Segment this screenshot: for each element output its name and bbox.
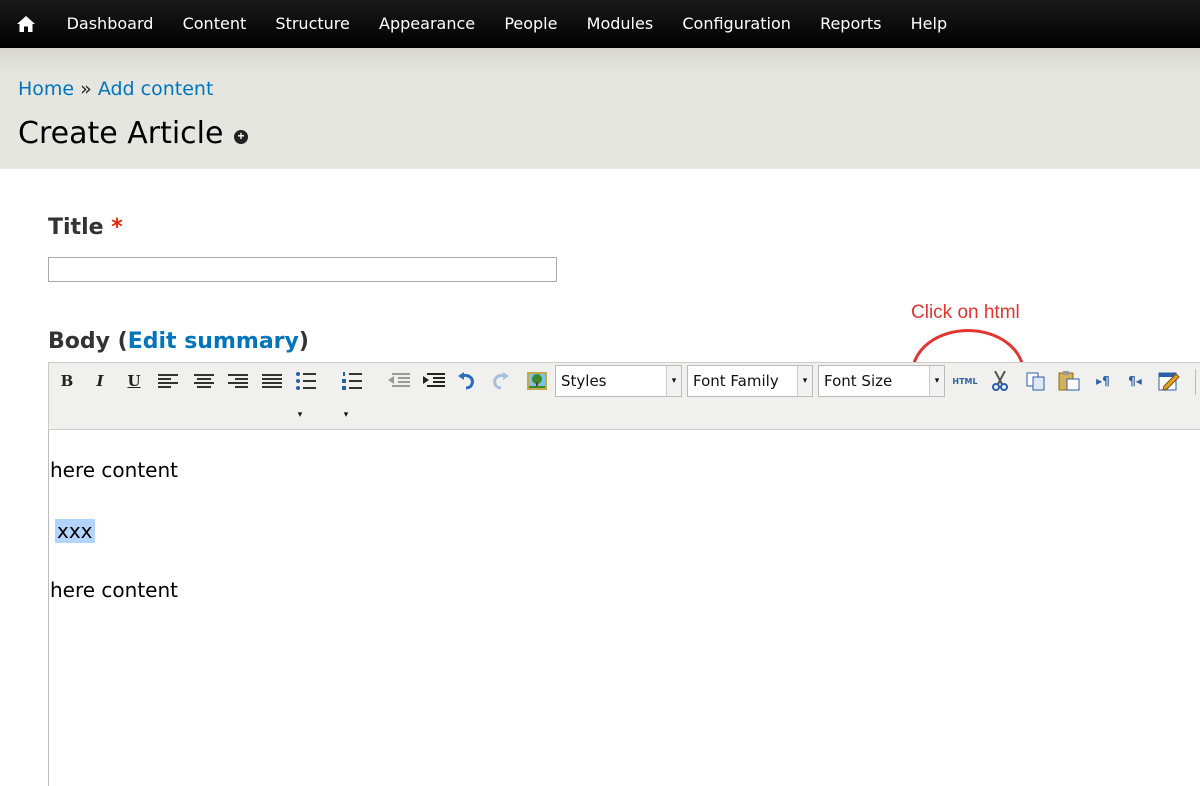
bullet-list-dropdown-icon[interactable]: ▾ bbox=[294, 403, 306, 427]
title-field-label: Title * bbox=[48, 215, 123, 240]
title-label-text: Title bbox=[48, 215, 104, 240]
bullet-list-icon[interactable] bbox=[295, 369, 317, 393]
font-family-dropdown-icon: ▾ bbox=[797, 366, 812, 396]
paren-close: ) bbox=[298, 329, 309, 354]
align-justify-icon[interactable] bbox=[261, 369, 283, 393]
breadcrumb: Home » Add content bbox=[18, 78, 213, 100]
italic-button[interactable]: I bbox=[93, 369, 107, 393]
ltr-icon[interactable]: ▸¶ bbox=[1092, 369, 1114, 393]
edit-document-icon[interactable] bbox=[1157, 369, 1181, 393]
toolbar-item-people[interactable]: People bbox=[490, 0, 572, 48]
toolbar-item-content[interactable]: Content bbox=[168, 0, 261, 48]
html-source-button[interactable]: HTML bbox=[949, 369, 981, 393]
annotation-text: Click on html bbox=[911, 302, 1020, 323]
font-family-select[interactable]: Font Family ▾ bbox=[687, 365, 813, 397]
editor-paragraph-selected: xxx bbox=[55, 519, 95, 543]
underline-button[interactable]: U bbox=[126, 369, 142, 393]
page-title: Create Article bbox=[18, 116, 224, 151]
edit-summary-link[interactable]: Edit summary bbox=[128, 329, 299, 354]
selected-text: xxx bbox=[55, 519, 95, 543]
home-icon[interactable] bbox=[0, 0, 52, 48]
styles-select-label: Styles bbox=[561, 372, 607, 390]
toolbar-item-reports[interactable]: Reports bbox=[805, 0, 896, 48]
font-family-select-label: Font Family bbox=[693, 372, 779, 390]
align-right-icon[interactable] bbox=[227, 369, 249, 393]
title-input[interactable] bbox=[48, 257, 557, 282]
editor-paragraph: here content bbox=[50, 578, 178, 602]
undo-icon[interactable] bbox=[455, 369, 477, 393]
toolbar-item-appearance[interactable]: Appearance bbox=[364, 0, 489, 48]
toolbar-item-structure[interactable]: Structure bbox=[261, 0, 365, 48]
redo-icon[interactable] bbox=[490, 369, 512, 393]
add-shortcut-icon[interactable]: + bbox=[234, 130, 248, 144]
breadcrumb-home-link[interactable]: Home bbox=[18, 78, 74, 100]
cut-icon[interactable] bbox=[989, 369, 1011, 393]
font-size-select[interactable]: Font Size ▾ bbox=[818, 365, 945, 397]
toolbar-separator bbox=[1195, 369, 1196, 395]
toolbar-item-help[interactable]: Help bbox=[896, 0, 962, 48]
admin-toolbar: Dashboard Content Structure Appearance P… bbox=[0, 0, 1200, 48]
toolbar-item-modules[interactable]: Modules bbox=[572, 0, 668, 48]
editor-toolbar: B I U ▾ ▾ Styles ▾ Font Family ▾ Font Si… bbox=[48, 362, 1200, 430]
outdent-icon[interactable] bbox=[387, 369, 411, 393]
copy-icon[interactable] bbox=[1025, 369, 1047, 393]
indent-icon[interactable] bbox=[422, 369, 446, 393]
toolbar-item-dashboard[interactable]: Dashboard bbox=[52, 0, 168, 48]
align-center-icon[interactable] bbox=[193, 369, 215, 393]
toolbar-item-configuration[interactable]: Configuration bbox=[668, 0, 806, 48]
editor-content-area[interactable]: here content xxx here content bbox=[48, 430, 1200, 786]
paren-open: ( bbox=[117, 329, 128, 354]
numbered-list-icon[interactable] bbox=[341, 369, 363, 393]
required-marker: * bbox=[111, 215, 123, 240]
font-size-dropdown-icon: ▾ bbox=[929, 366, 944, 396]
editor-paragraph: here content bbox=[50, 458, 178, 482]
breadcrumb-add-content-link[interactable]: Add content bbox=[98, 78, 214, 100]
bold-button[interactable]: B bbox=[59, 369, 75, 393]
numbered-list-dropdown-icon[interactable]: ▾ bbox=[340, 403, 352, 427]
breadcrumb-separator: » bbox=[80, 78, 92, 100]
body-field-label: Body (Edit summary) bbox=[48, 329, 309, 354]
styles-select[interactable]: Styles ▾ bbox=[555, 365, 682, 397]
rtl-icon[interactable]: ¶◂ bbox=[1124, 369, 1146, 393]
align-left-icon[interactable] bbox=[157, 369, 179, 393]
font-size-select-label: Font Size bbox=[824, 372, 893, 390]
styles-dropdown-icon: ▾ bbox=[666, 366, 681, 396]
body-label-text: Body bbox=[48, 329, 110, 354]
insert-image-icon[interactable] bbox=[526, 369, 548, 393]
paste-icon[interactable] bbox=[1057, 369, 1081, 393]
